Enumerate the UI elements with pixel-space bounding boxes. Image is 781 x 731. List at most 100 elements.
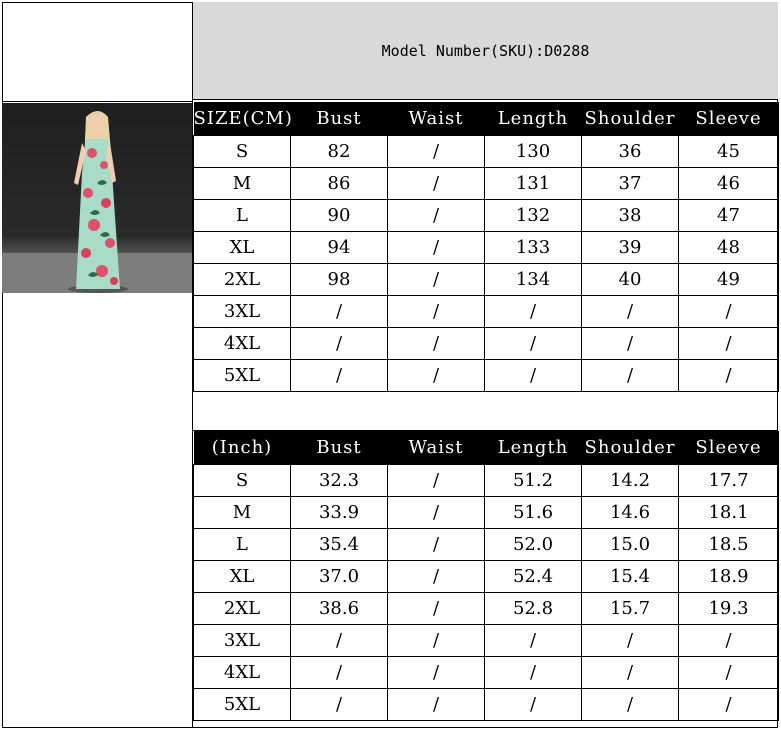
table-header-row: (Inch) Bust Waist Length Shoulder Sleeve (193, 431, 779, 465)
measurement-cell: 15.7 (581, 592, 679, 625)
table-row: 5XL / / / / / (193, 688, 779, 721)
column-header: SIZE(CM) (193, 102, 291, 136)
table-row: 5XL / / / / / (193, 359, 779, 392)
measurement-cell: 82 (290, 135, 388, 168)
measurement-cell: / (678, 359, 779, 392)
measurement-cell: 46 (678, 167, 779, 200)
measurement-cell: 38 (581, 199, 679, 232)
table-row: 3XL / / / / / (193, 295, 779, 328)
column-header: Sleeve (678, 102, 779, 136)
size-label-cell: S (193, 135, 291, 168)
size-label-cell: L (193, 528, 291, 561)
measurement-cell: 33.9 (290, 496, 388, 529)
size-table-inch: (Inch) Bust Waist Length Shoulder Sleeve… (193, 431, 779, 721)
measurement-cell: / (484, 656, 582, 689)
measurement-cell: 94 (290, 231, 388, 264)
size-label-cell: XL (193, 231, 291, 264)
measurement-cell: 17.7 (678, 464, 779, 497)
size-label-cell: 4XL (193, 656, 291, 689)
size-label-cell: 4XL (193, 327, 291, 360)
measurement-cell: 39 (581, 231, 679, 264)
column-header: Waist (387, 102, 485, 136)
measurement-cell: 37 (581, 167, 679, 200)
measurement-cell: / (484, 688, 582, 721)
measurement-cell: 98 (290, 263, 388, 296)
table-row: 4XL / / / / / (193, 327, 779, 360)
measurement-cell: / (678, 688, 779, 721)
size-label-cell: M (193, 167, 291, 200)
model-number-text: Model Number(SKU):D0288 (381, 41, 590, 60)
size-label-cell: 5XL (193, 688, 291, 721)
table-spacer-row (193, 397, 778, 431)
measurement-cell: / (387, 167, 485, 200)
table-row: XL 37.0/52.4 15.4 18.9 (193, 560, 779, 593)
measurement-cell: / (387, 528, 485, 561)
measurement-cell: 15.0 (581, 528, 679, 561)
size-label-cell: L (193, 199, 291, 232)
measurement-cell: 132 (484, 199, 582, 232)
column-header: Shoulder (581, 102, 679, 136)
size-label-cell: 2XL (193, 263, 291, 296)
measurement-cell: 14.2 (581, 464, 679, 497)
measurement-cell: / (290, 295, 388, 328)
measurement-cell: 48 (678, 231, 779, 264)
measurement-cell: 15.4 (581, 560, 679, 593)
measurement-cell: / (387, 327, 485, 360)
measurement-cell: / (581, 656, 679, 689)
measurement-cell: 40 (581, 263, 679, 296)
table-row: S 32.3/51.2 14.2 17.7 (193, 464, 779, 497)
column-header: Shoulder (581, 431, 679, 465)
size-table-cm-body: S 82/130 36 45 M 86/131 37 46 L 90/132 38 47 XL 94/13… (193, 135, 779, 392)
measurement-cell: / (581, 359, 679, 392)
measurement-cell: / (387, 624, 485, 657)
measurement-cell: / (387, 560, 485, 593)
measurement-cell: / (581, 327, 679, 360)
model-number-header: Model Number(SKU):D0288 (193, 2, 778, 100)
measurement-cell: 14.6 (581, 496, 679, 529)
measurement-cell: 134 (484, 263, 582, 296)
model-in-floral-dress-image (2, 111, 192, 293)
measurement-cell: 19.3 (678, 592, 779, 625)
column-header: Bust (290, 431, 388, 465)
measurement-cell: 32.3 (290, 464, 388, 497)
measurement-cell: / (387, 199, 485, 232)
measurement-cell: 131 (484, 167, 582, 200)
left-column (2, 2, 193, 728)
size-label-cell: 3XL (193, 624, 291, 657)
measurement-cell: 49 (678, 263, 779, 296)
measurement-cell: 36 (581, 135, 679, 168)
measurement-cell: 18.5 (678, 528, 779, 561)
measurement-cell: 47 (678, 199, 779, 232)
table-row: M 33.9/51.6 14.6 18.1 (193, 496, 779, 529)
measurement-cell: / (678, 624, 779, 657)
table-row: S 82/130 36 45 (193, 135, 779, 168)
column-header: Bust (290, 102, 388, 136)
table-row: L 90/132 38 47 (193, 199, 779, 232)
table-row: L 35.4/52.0 15.0 18.5 (193, 528, 779, 561)
measurement-cell: / (387, 464, 485, 497)
measurement-cell: 18.1 (678, 496, 779, 529)
left-top-blank-cell (2, 2, 192, 102)
table-row: 3XL / / / / / (193, 624, 779, 657)
measurement-cell: 86 (290, 167, 388, 200)
measurement-cell: / (387, 656, 485, 689)
size-label-cell: XL (193, 560, 291, 593)
size-label-cell: S (193, 464, 291, 497)
measurement-cell: / (387, 135, 485, 168)
measurement-cell: 52.4 (484, 560, 582, 593)
column-header: Sleeve (678, 431, 779, 465)
size-label-cell: 5XL (193, 359, 291, 392)
measurement-cell: / (581, 688, 679, 721)
measurement-cell: 52.0 (484, 528, 582, 561)
measurement-cell: 51.2 (484, 464, 582, 497)
measurement-cell: 38.6 (290, 592, 388, 625)
table-row: 4XL / / / / / (193, 656, 779, 689)
table-header-row: SIZE(CM) Bust Waist Length Shoulder Slee… (193, 102, 779, 136)
column-header: Length (484, 431, 582, 465)
measurement-cell: / (678, 295, 779, 328)
measurement-cell: / (290, 624, 388, 657)
column-header: Length (484, 102, 582, 136)
measurement-cell: / (387, 231, 485, 264)
measurement-cell: / (484, 359, 582, 392)
measurement-cell: / (290, 688, 388, 721)
